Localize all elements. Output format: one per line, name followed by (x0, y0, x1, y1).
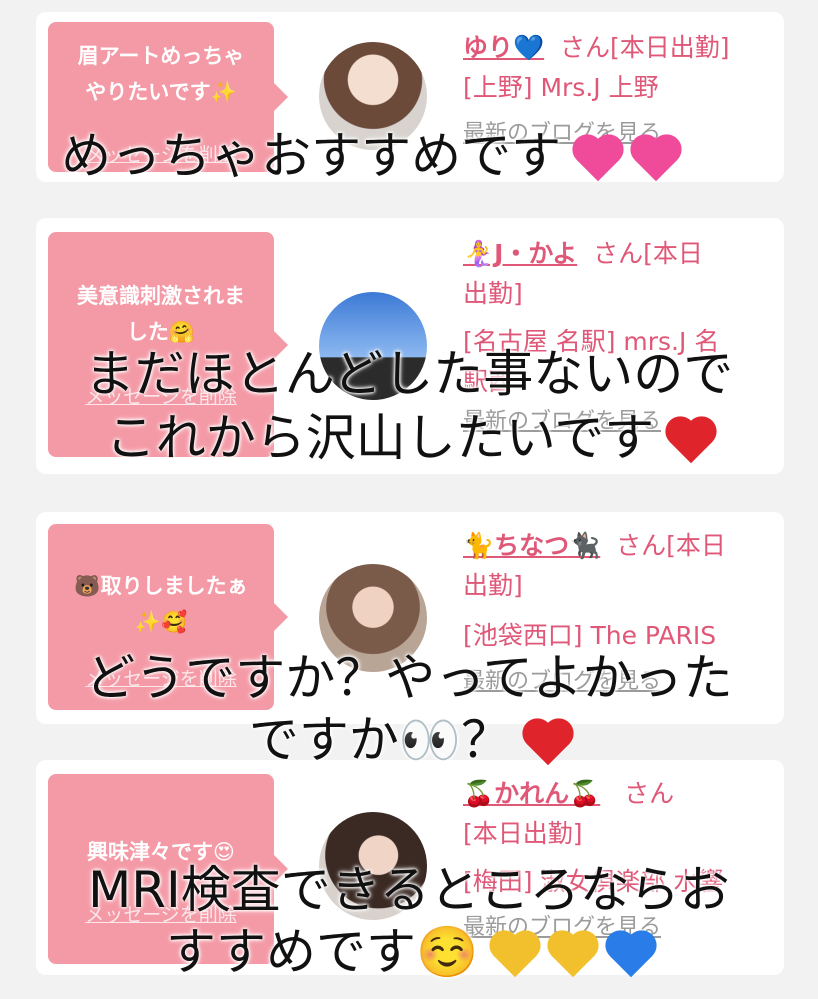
cast-name-link[interactable]: 🐈ちなつ🐈‍⬛ (463, 531, 600, 560)
status-text: さん[本日 (616, 531, 726, 560)
yellow-heart-icon (551, 934, 595, 977)
pink-heart-icon (576, 138, 620, 181)
cast-name-link[interactable]: 🍒かれん🍒 (463, 779, 600, 808)
overlay-caption: どうですか？やってよかった (85, 649, 733, 707)
message-text: 🐻取りしましたぁ ✨🥰 (74, 574, 248, 634)
status-text: [本日出勤] (463, 819, 583, 848)
status-text: さん[本日出勤] (560, 33, 730, 62)
overlay-caption: MRI検査できるところならお (88, 861, 730, 919)
yellow-heart-icon (493, 934, 537, 977)
pink-heart-icon (634, 138, 678, 181)
blue-heart-icon (609, 934, 653, 977)
status-text: さん[本日 (593, 239, 703, 268)
status-text: さん (624, 779, 675, 808)
status-text: 出勤] (463, 279, 523, 308)
overlay-caption: すすめです☺️ (0, 924, 818, 980)
status-text: 出勤] (463, 571, 523, 600)
shop-name: [上野] Mrs.J 上野 (463, 73, 659, 102)
cast-name-link[interactable]: 🧜‍♀️J・かよ (463, 239, 577, 268)
message-text: 美意識刺激されま した🤗 (77, 284, 245, 344)
overlay-caption: ですか👀？ (0, 712, 818, 768)
overlay-caption: まだほとんどした事ないので (84, 345, 734, 403)
red-heart-icon (526, 722, 570, 765)
red-heart-icon (669, 420, 713, 463)
overlay-caption: これから沢山したいです (0, 410, 818, 466)
message-text: 眉アートめっちゃ やりたいです✨ (77, 44, 245, 104)
cast-name-link[interactable]: ゆり💙 (463, 33, 544, 62)
overlay-caption: めっちゃおすすめです (0, 128, 778, 184)
